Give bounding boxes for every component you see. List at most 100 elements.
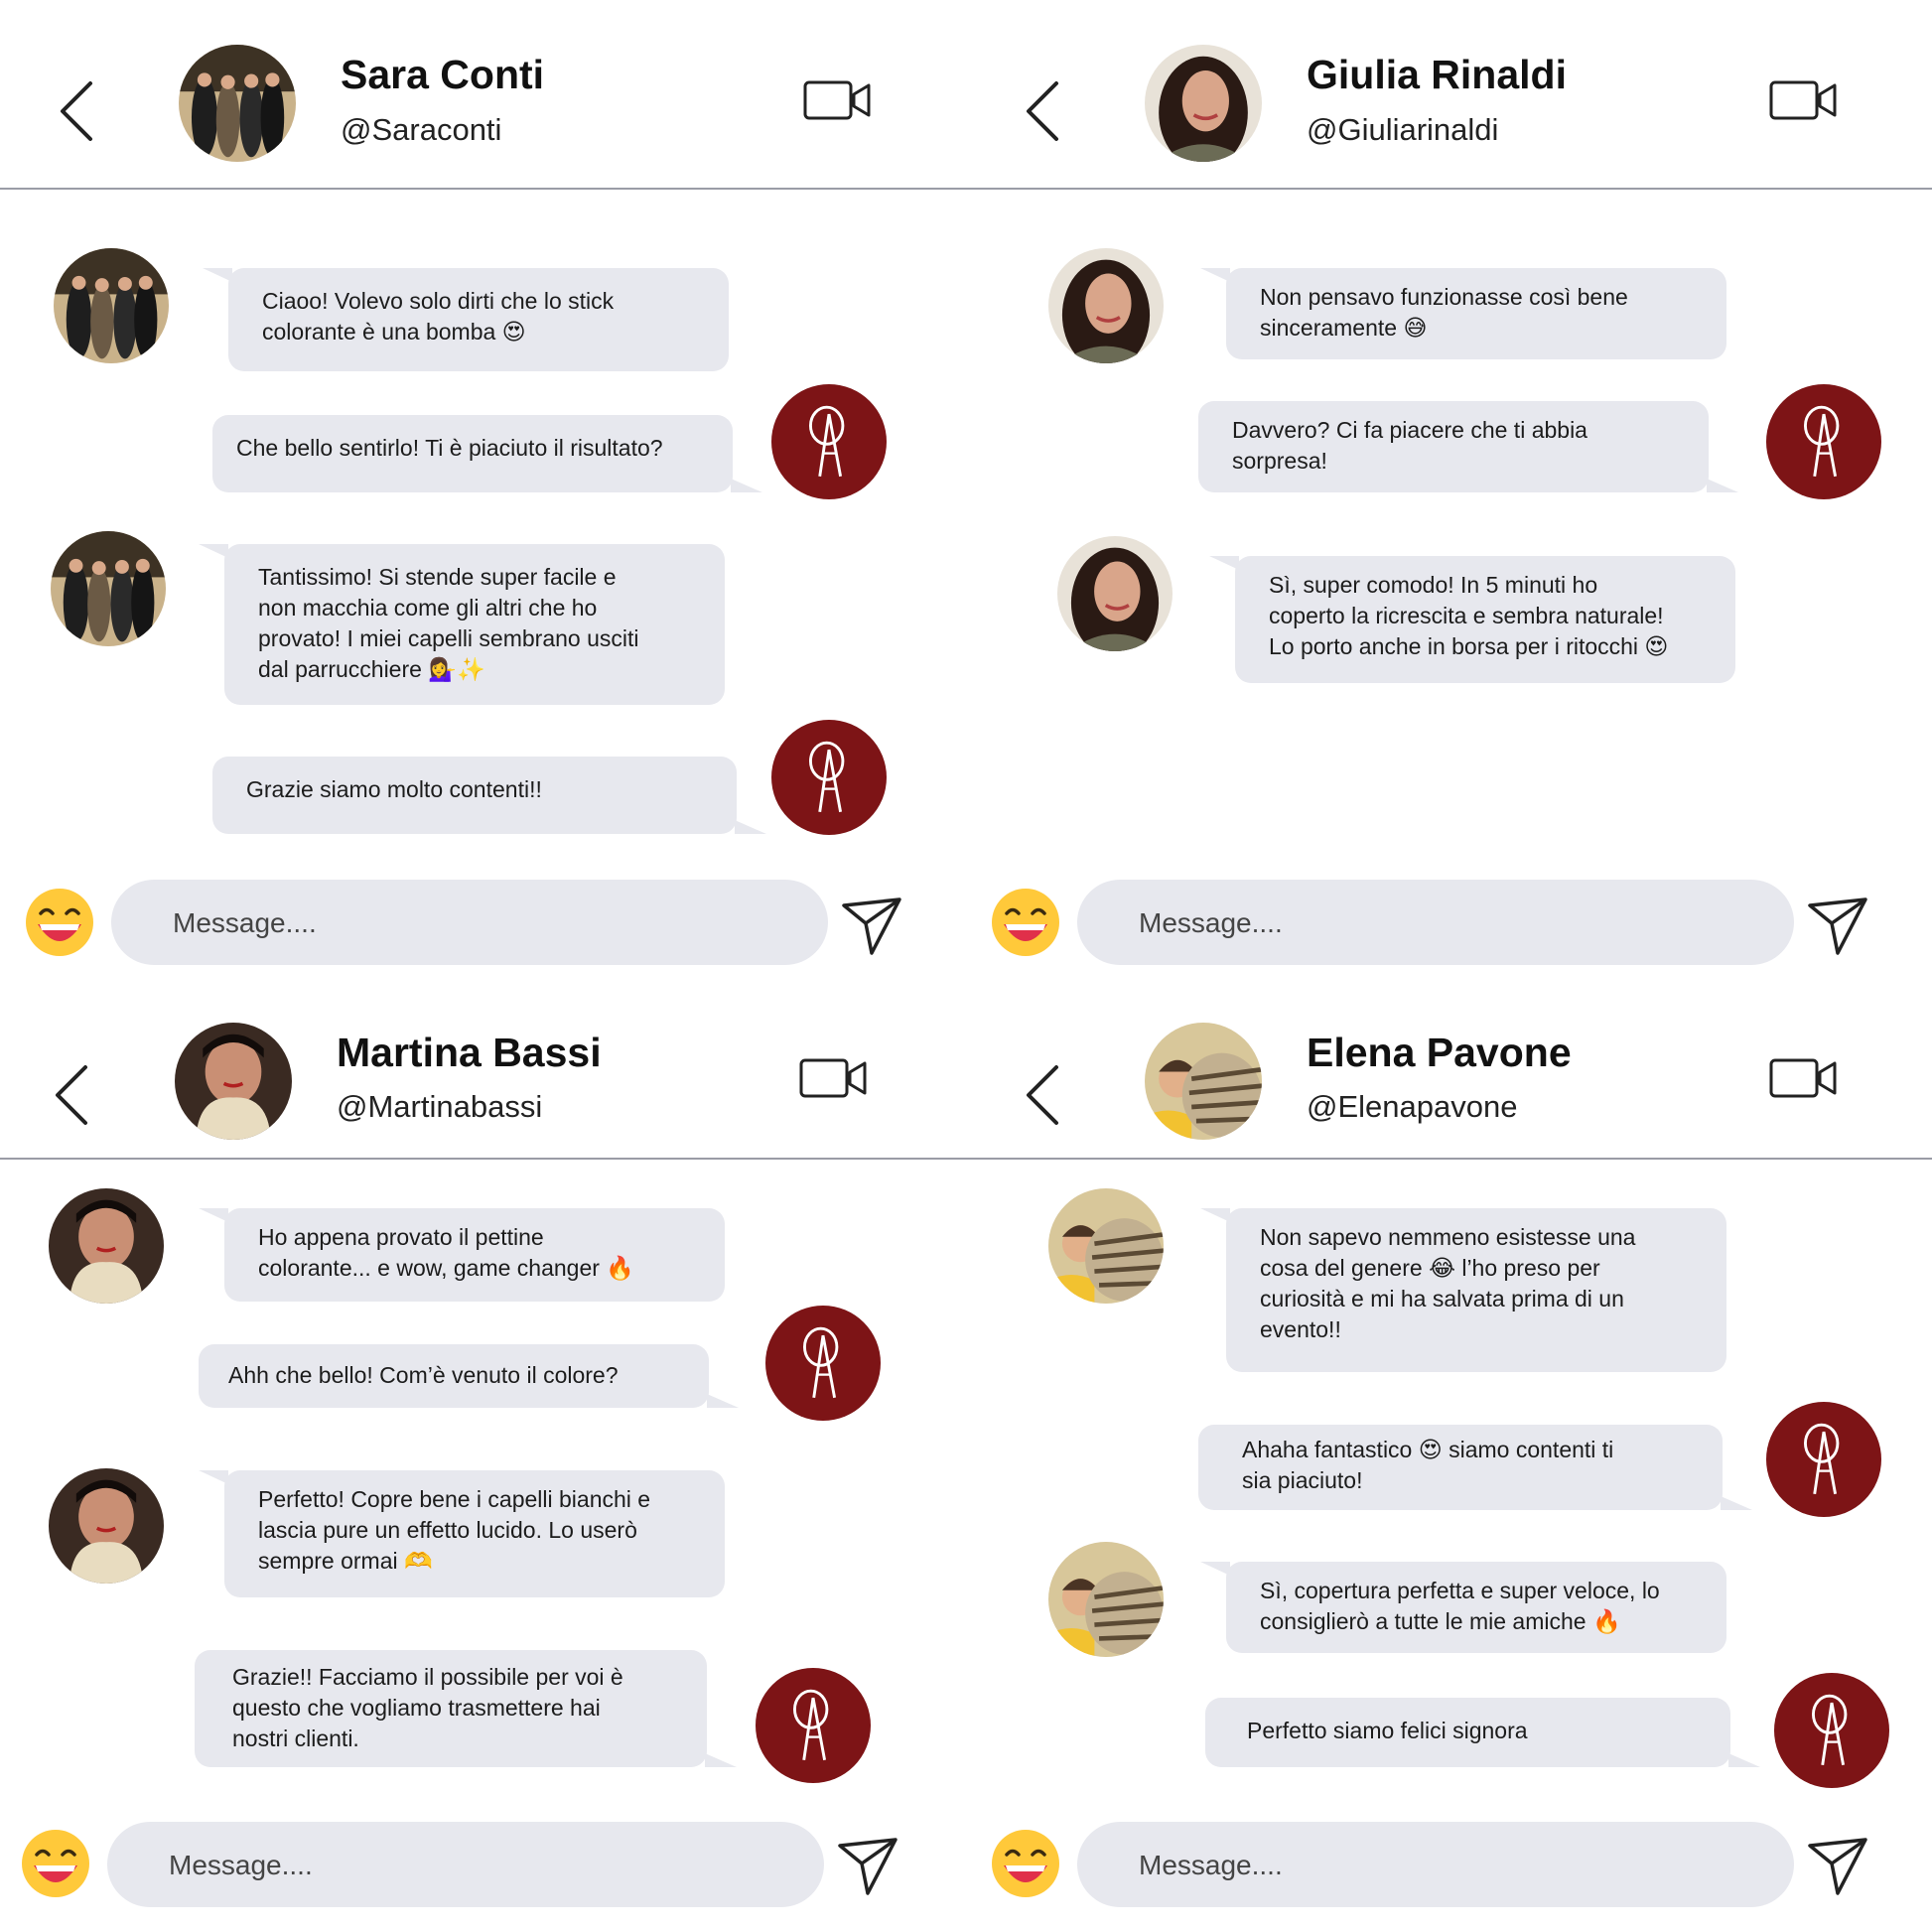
contact-handle: @Saraconti <box>341 112 502 147</box>
sender-avatar <box>1048 248 1164 363</box>
incoming-message-bubble: Tantissimo! Si stende super facile e non… <box>199 544 725 705</box>
send-icon[interactable] <box>1806 1834 1869 1897</box>
outgoing-message-bubble: Perfetto siamo felici signora <box>1205 1698 1760 1767</box>
message-line: sempre ormai 🫶 <box>258 1548 433 1574</box>
message-line: questo che vogliamo trasmettere hai <box>232 1695 601 1721</box>
message-input-field[interactable] <box>107 1822 828 1909</box>
outgoing-message-bubble: Ahaha fantastico 😍 siamo contenti ti sia… <box>1198 1425 1752 1510</box>
message-line: coperto la ricrescita e sembra naturale! <box>1269 603 1664 628</box>
message-input-field[interactable] <box>111 880 832 966</box>
message-line: evento!! <box>1260 1316 1341 1342</box>
contact-name: Elena Pavone <box>1307 1030 1572 1075</box>
message-line: Non sapevo nemmeno esistesse una <box>1260 1224 1636 1250</box>
send-icon[interactable] <box>1806 894 1869 957</box>
message-line: Non pensavo funzionasse così bene <box>1260 284 1628 310</box>
message-line: colorante... e wow, game changer 🔥 <box>258 1255 634 1281</box>
outgoing-message-bubble: Grazie!! Facciamo il possibile per voi è… <box>195 1650 737 1767</box>
contact-avatar[interactable] <box>1145 1023 1262 1140</box>
message-line: Lo porto anche in borsa per i ritocchi 😍 <box>1269 633 1669 659</box>
brand-logo-avatar <box>1766 384 1881 499</box>
contact-name: Sara Conti <box>341 52 545 97</box>
sender-avatar <box>1048 1188 1164 1304</box>
send-icon[interactable] <box>840 894 903 957</box>
incoming-message-bubble: Non pensavo funzionasse così bene sincer… <box>1200 268 1726 359</box>
sender-avatar <box>1057 536 1173 651</box>
incoming-message-bubble: Sì, copertura perfetta e super veloce, l… <box>1200 1562 1726 1653</box>
chat-panel-martina-bassi: Martina Bassi @Martinabassi Ho appena pr… <box>0 966 966 1932</box>
message-input[interactable] <box>171 880 832 966</box>
message-line: non macchia come gli altri che ho <box>258 595 598 621</box>
message-line: colorante è una bomba 😍 <box>262 319 526 345</box>
video-camera-icon[interactable] <box>1768 1055 1838 1101</box>
message-input[interactable] <box>1137 1822 1798 1909</box>
sender-avatar <box>49 1468 164 1584</box>
message-line: dal parrucchiere 💁‍♀️✨ <box>258 656 485 682</box>
message-line: cosa del genere 😂 l’ho preso per <box>1260 1255 1600 1281</box>
incoming-message-bubble: Non sapevo nemmeno esistesse una cosa de… <box>1200 1208 1726 1372</box>
chat-panel-sara-conti: Sara Conti @Saraconti Ciaoo! Volevo solo… <box>0 0 966 966</box>
contact-avatar[interactable] <box>1145 45 1262 162</box>
incoming-message-bubble: Sì, super comodo! In 5 minuti ho coperto… <box>1209 556 1735 683</box>
message-line: provato! I miei capelli sembrano usciti <box>258 625 639 651</box>
sender-avatar <box>51 531 166 646</box>
message-input-field[interactable] <box>1077 1822 1798 1909</box>
message-line: lascia pure un effetto lucido. Lo userò <box>258 1517 637 1543</box>
back-chevron-icon[interactable] <box>55 60 102 159</box>
contact-handle: @Elenapavone <box>1307 1089 1518 1124</box>
message-line: Tantissimo! Si stende super facile e <box>258 564 617 590</box>
chat-panel-giulia-rinaldi: Giulia Rinaldi @Giuliarinaldi Non pensav… <box>966 0 1932 966</box>
chat-panel-elena-pavone: Elena Pavone @Elenapavone Non sapevo nem… <box>966 966 1932 1932</box>
message-line: Ahh che bello! Com’è venuto il colore? <box>228 1362 619 1388</box>
emoji-button-icon[interactable] <box>24 887 95 958</box>
emoji-button-icon[interactable] <box>20 1828 91 1899</box>
message-line: sia piaciuto! <box>1242 1467 1363 1493</box>
message-line: curiosità e mi ha salvata prima di un <box>1260 1286 1624 1311</box>
video-camera-icon[interactable] <box>802 77 872 123</box>
message-input[interactable] <box>167 1822 828 1909</box>
message-line: consiglierò a tutte le mie amiche 🔥 <box>1260 1608 1621 1634</box>
back-chevron-icon[interactable] <box>1021 60 1068 159</box>
back-chevron-icon[interactable] <box>50 1043 97 1143</box>
incoming-message-bubble: Ciaoo! Volevo solo dirti che lo stick co… <box>203 268 729 371</box>
outgoing-message-bubble: Davvero? Ci fa piacere che ti abbia sorp… <box>1198 401 1738 492</box>
brand-logo-avatar <box>771 720 887 835</box>
brand-logo-avatar <box>756 1668 871 1783</box>
contact-avatar[interactable] <box>179 45 296 162</box>
contact-avatar[interactable] <box>175 1023 292 1140</box>
header-divider <box>0 1158 966 1160</box>
sender-avatar <box>49 1188 164 1304</box>
contact-handle: @Giuliarinaldi <box>1307 112 1499 147</box>
message-line: Che bello sentirlo! Ti è piaciuto il ris… <box>236 435 663 461</box>
incoming-message-bubble: Perfetto! Copre bene i capelli bianchi e… <box>199 1470 725 1597</box>
brand-logo-avatar <box>1766 1402 1881 1517</box>
message-line: Sì, super comodo! In 5 minuti ho <box>1269 572 1598 598</box>
sender-avatar <box>54 248 169 363</box>
emoji-button-icon[interactable] <box>990 1828 1061 1899</box>
message-line: Grazie siamo molto contenti!! <box>246 776 542 802</box>
message-line: sorpresa! <box>1232 448 1327 474</box>
sender-avatar <box>1048 1542 1164 1657</box>
header-divider <box>0 188 966 190</box>
brand-logo-avatar <box>1774 1673 1889 1788</box>
header-divider <box>966 1158 1932 1160</box>
contact-handle: @Martinabassi <box>337 1089 543 1124</box>
header-divider <box>966 188 1932 190</box>
brand-logo-avatar <box>771 384 887 499</box>
message-line: Perfetto! Copre bene i capelli bianchi e <box>258 1486 651 1512</box>
video-camera-icon[interactable] <box>1768 77 1838 123</box>
message-input-field[interactable] <box>1077 880 1798 966</box>
message-line: sinceramente 😅 <box>1260 315 1428 341</box>
message-input[interactable] <box>1137 880 1798 966</box>
send-icon[interactable] <box>836 1834 899 1897</box>
emoji-button-icon[interactable] <box>990 887 1061 958</box>
incoming-message-bubble: Ho appena provato il pettine colorante..… <box>199 1208 725 1302</box>
video-camera-icon[interactable] <box>798 1055 868 1101</box>
message-line: nostri clienti. <box>232 1725 359 1751</box>
back-chevron-icon[interactable] <box>1021 1043 1068 1143</box>
message-line: Ahaha fantastico 😍 siamo contenti ti <box>1242 1437 1614 1462</box>
outgoing-message-bubble: Grazie siamo molto contenti!! <box>212 757 766 834</box>
outgoing-message-bubble: Che bello sentirlo! Ti è piaciuto il ris… <box>212 415 762 492</box>
outgoing-message-bubble: Ahh che bello! Com’è venuto il colore? <box>199 1344 739 1408</box>
message-line: Grazie!! Facciamo il possibile per voi è <box>232 1664 623 1690</box>
message-line: Ciaoo! Volevo solo dirti che lo stick <box>262 288 615 314</box>
